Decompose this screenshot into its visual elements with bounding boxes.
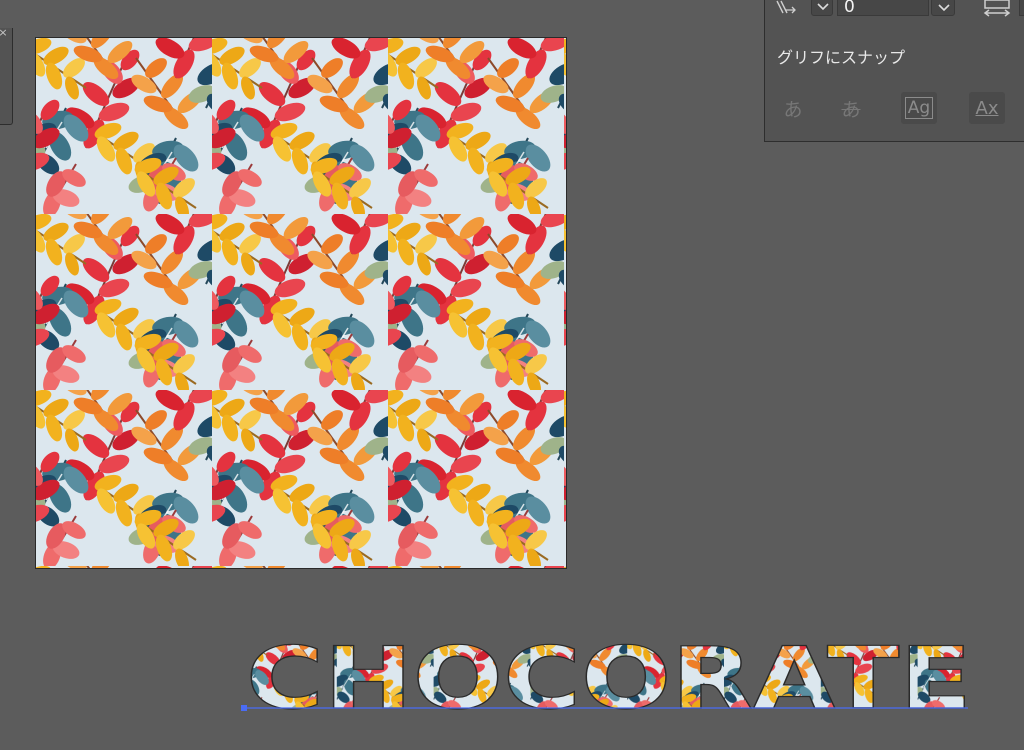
chocorate-text[interactable]: CHOCORATE [245,628,972,718]
tracking-dropdown[interactable] [931,0,955,16]
tracking-input[interactable]: 0 [837,0,929,16]
baseline-button[interactable]: Ax [969,92,1005,124]
proximity-glyph-icon: あ [783,98,803,121]
tracking-row: 0 [765,0,1024,20]
proximity-glyph-button[interactable]: あ [775,92,811,124]
snap-to-glyph-label: グリフにスナップ [777,48,906,67]
close-icon[interactable] [0,27,8,41]
pattern-text-object[interactable]: CHOCORATE [240,628,980,718]
tracking-icon [776,0,796,14]
anchor-point-handle[interactable] [241,705,247,711]
glyph-bounds-icon: Ag [904,97,934,119]
leaf-pattern-artwork [36,38,566,568]
artboard[interactable] [35,37,567,569]
chevron-down-icon [817,3,829,11]
glyph-bounds-button[interactable]: Ag [901,92,937,124]
strikethrough-glyph-button[interactable]: あ [833,92,869,124]
tracking-stepper[interactable] [811,0,833,16]
baseline-icon: Ax [975,97,999,119]
character-panel: 0 グリフにスナップ あ あ Ag Ax [764,0,1024,142]
strikethrough-glyph-icon: あ [841,98,861,121]
chevron-down-icon [938,4,950,12]
horizontal-scale-icon [983,0,1011,17]
collapsed-left-panel [0,28,13,125]
horizontal-scale-input[interactable] [1019,0,1024,16]
chocorate-artwork[interactable]: CHOCORATE [240,628,980,718]
